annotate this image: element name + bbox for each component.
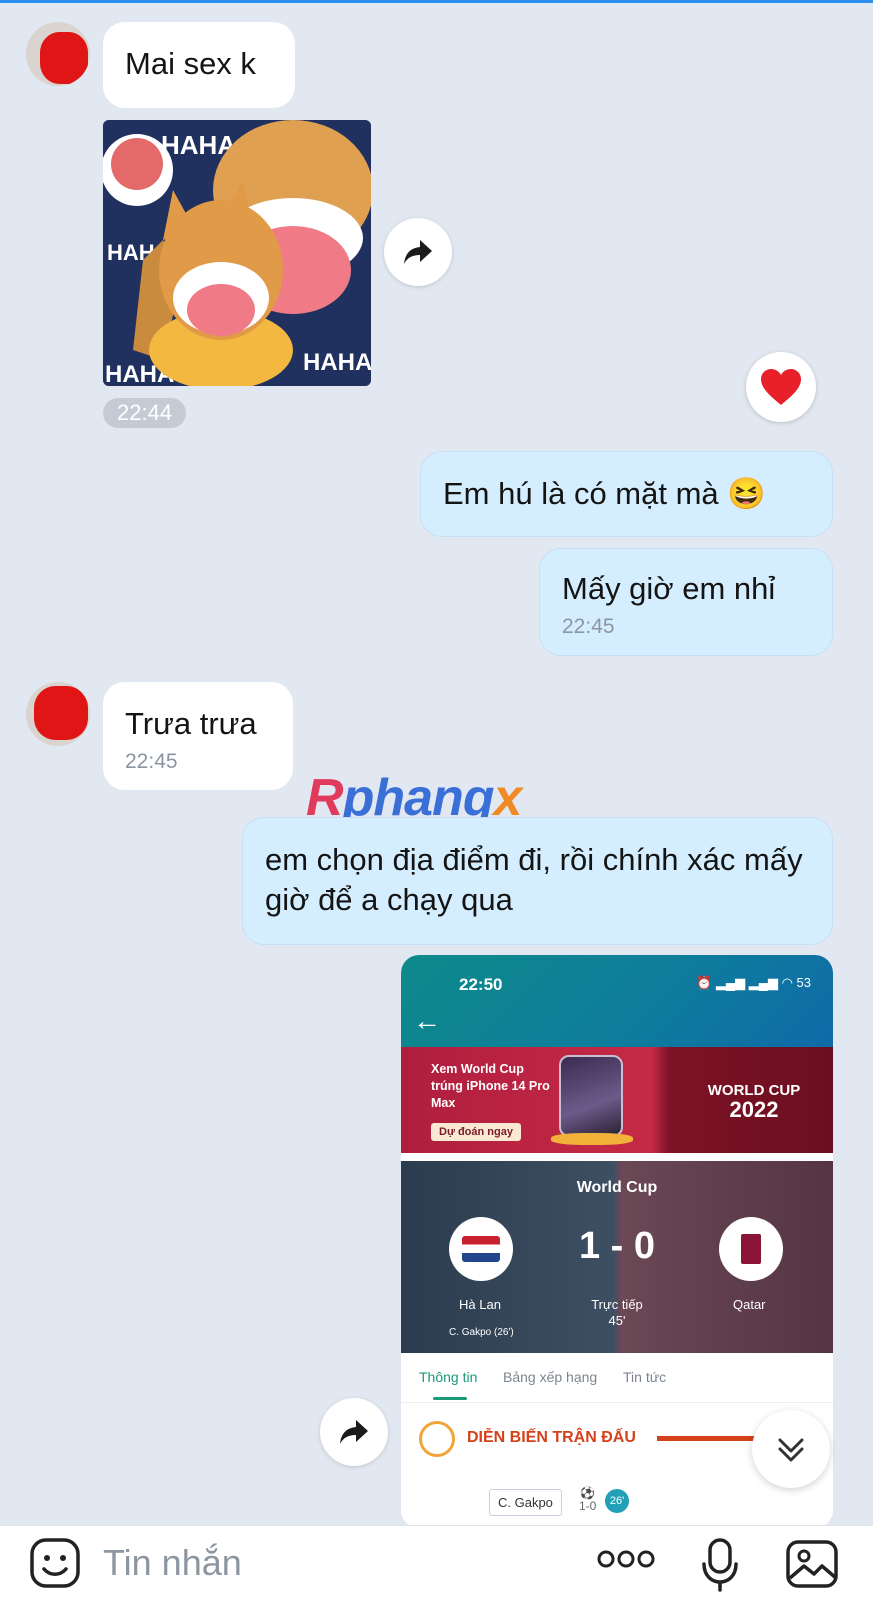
event-year: 2022 [729,1097,779,1122]
message-text: Em hú là có mặt mà 😆 [443,476,766,511]
forward-button[interactable] [320,1398,388,1466]
mic-icon [702,1538,738,1592]
sticker-button[interactable] [28,1536,82,1595]
message-bubble-incoming[interactable]: Trưa trưa 22:45 [103,682,293,790]
more-button[interactable] [596,1548,656,1575]
message-text: Trưa trưa [125,706,257,741]
goal-scorer: C. Gakpo (26') [449,1327,514,1338]
message-composer: Tin nhắn [0,1525,873,1600]
message-bubble-incoming[interactable]: Mai sex k [103,22,295,108]
forward-icon [404,240,432,264]
message-bubble-outgoing[interactable]: em chọn địa điểm đi, rồi chính xác mấy g… [242,817,833,945]
ball-icon: ⚽ 1-0 [579,1486,597,1513]
podium-image [551,1133,633,1145]
event-minute: 26' [605,1489,629,1513]
tab-news: Tin tức [623,1369,667,1385]
sticker-image[interactable]: HAHA HAHA HAHA HAHA [103,120,371,386]
image-icon [786,1540,838,1588]
top-progress-line [0,0,873,3]
message-bubble-outgoing[interactable]: Mấy giờ em nhỉ 22:45 [539,548,833,656]
match-score: 1 - 0 [578,1225,656,1267]
timeline-icon [419,1421,455,1457]
match-status-text: Trực tiếp [591,1297,643,1312]
match-status: Trực tiếp 45' [401,1297,833,1329]
screenshot-tabs: Thông tin Bảng xếp hạng Tin tức [401,1353,833,1403]
section-bar [657,1436,767,1441]
message-text: Mai sex k [125,46,256,81]
image-button[interactable] [784,1536,840,1597]
screenshot-clock: 22:50 [459,975,503,994]
forward-icon [340,1420,368,1444]
competition-name: World Cup [576,1179,658,1196]
promo-text: Xem World Cup trúng iPhone 14 Pro Max [431,1062,550,1110]
battery-level: 53 [796,975,811,990]
message-bubble-outgoing[interactable]: Em hú là có mặt mà 😆 [420,451,833,537]
message-text: em chọn địa điểm đi, rồi chính xác mấy g… [265,842,803,917]
tab-underline [433,1397,467,1400]
back-arrow-icon: ← [413,1005,441,1036]
avatar[interactable] [26,682,90,746]
match-card: World Cup 1 - 0 Hà Lan Qatar Trực tiếp 4… [401,1161,833,1353]
sticker-text: HAHA [303,349,371,376]
tab-info: Thông tin [419,1369,478,1385]
scroll-to-bottom-button[interactable] [752,1410,830,1488]
avatar[interactable] [26,22,90,86]
message-time: 22:44 [103,398,187,428]
message-time: 22:45 [125,750,178,773]
voice-button[interactable] [700,1536,740,1597]
screenshot-status-bar: 22:50 ⏰ ▂▄▆ ▂▄▆ ◠ 53 ← [401,955,833,1047]
promo-cta: Dự đoán ngay [431,1123,521,1141]
promo-banner: Xem World Cup trúng iPhone 14 Pro Max Dự… [401,1047,833,1153]
reaction-button[interactable] [746,352,816,422]
event-logo: WORLD CUP 2022 [699,1081,809,1122]
event-score: 1-0 [579,1499,597,1513]
heart-icon [761,369,801,405]
more-icon [597,1550,655,1568]
message-input[interactable]: Tin nhắn [103,1542,242,1584]
message-time: 22:45 [562,615,615,638]
event-player: C. Gakpo [489,1489,562,1516]
match-minute: 45' [608,1313,626,1328]
message-text: Mấy giờ em nhỉ [562,571,776,606]
sticker-icon [30,1538,80,1588]
status-icons: ⏰ ▂▄▆ ▂▄▆ ◠ 53 [696,975,811,990]
tab-standings: Bảng xếp hạng [503,1369,598,1385]
chevron-down-icon [778,1438,804,1462]
phone-image [559,1055,623,1137]
section-title: DIỄN BIẾN TRẬN ĐẤU [467,1429,636,1446]
forward-button[interactable] [384,218,452,286]
